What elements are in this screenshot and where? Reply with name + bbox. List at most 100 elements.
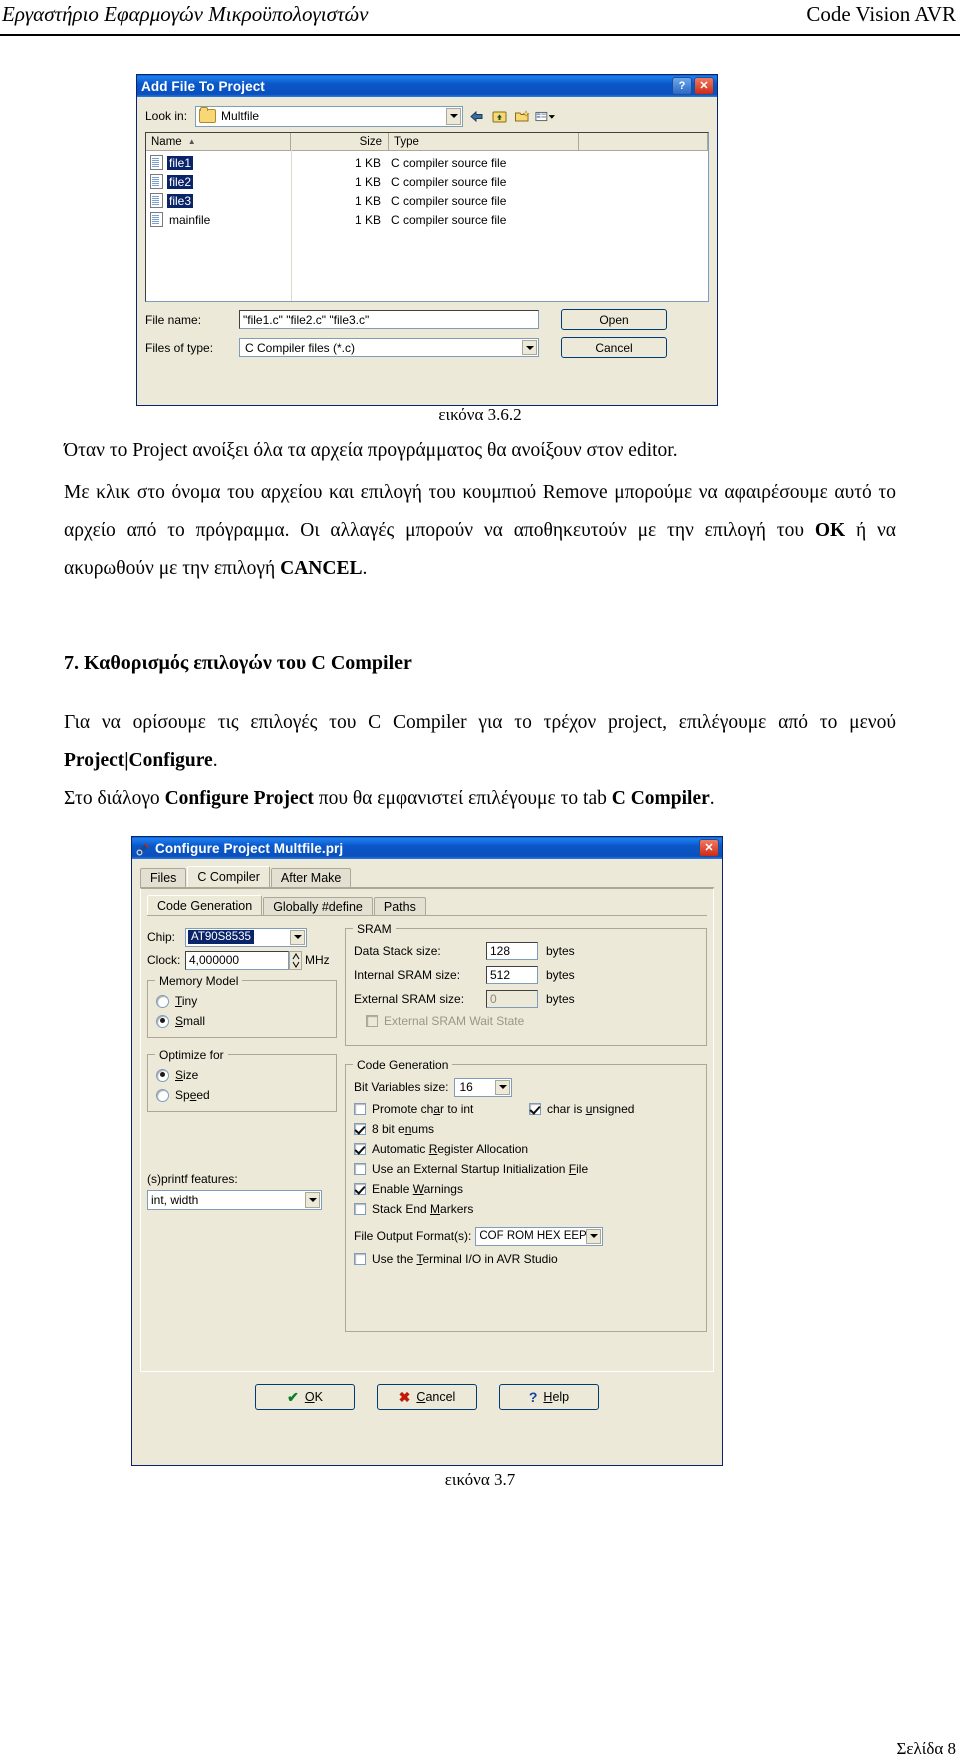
file-size-cell: 1 KB [354, 155, 381, 170]
column-header-type[interactable]: Type [389, 133, 579, 150]
chevron-down-icon[interactable] [522, 340, 537, 355]
cancel-button[interactable]: Cancel [561, 337, 667, 358]
file-name-cell[interactable]: file3 [146, 193, 291, 208]
file-output-format-combo[interactable]: COF ROM HEX EEP [475, 1226, 604, 1246]
help-button[interactable]: ? Help [499, 1384, 599, 1410]
help-button-label: Help [543, 1390, 570, 1404]
checkbox-icon [354, 1103, 366, 1115]
views-icon[interactable] [535, 106, 556, 126]
file-name-input[interactable]: "file1.c" "file2.c" "file3.c" [239, 310, 539, 329]
paragraph-3-text: Για να ορίσουμε τις επιλογές του C Compi… [64, 712, 896, 733]
close-icon[interactable]: ✕ [694, 77, 714, 95]
checkbox-8-bit-enums[interactable]: 8 bit enums [354, 1119, 698, 1139]
ok-button[interactable]: ✔ OK [255, 1384, 355, 1410]
checkbox-external-startup-init-file[interactable]: Use an External Startup Initialization F… [354, 1159, 698, 1179]
chevron-down-icon[interactable] [290, 929, 305, 945]
chevron-down-icon[interactable] [495, 1079, 511, 1095]
chip-combo[interactable]: AT90S8535 [185, 927, 307, 947]
table-row[interactable]: file3 1 KB C compiler source file [146, 191, 708, 210]
checkbox-stack-end-markers[interactable]: Stack End Markers [354, 1199, 698, 1219]
printf-label: (s)printf features: [147, 1172, 238, 1186]
checkbox-use-terminal-io-avr-studio[interactable]: Use the Terminal I/O in AVR Studio [354, 1249, 698, 1269]
external-sram-size-input: 0 [486, 990, 538, 1008]
section-number: 7. [64, 652, 79, 674]
files-of-type-label: Files of type: [145, 340, 214, 355]
sram-title: SRAM [353, 922, 396, 936]
file-type-cell: C compiler source file [391, 193, 507, 208]
paragraph-2-text-c: . [362, 558, 368, 579]
paragraph-3-end: . [212, 750, 218, 771]
checkbox-automatic-register-allocation[interactable]: Automatic Register Allocation [354, 1139, 698, 1159]
close-icon[interactable]: ✕ [699, 839, 719, 857]
subtab-code-generation[interactable]: Code Generation [147, 895, 263, 915]
checkbox-enable-warnings[interactable]: Enable Warnings [354, 1179, 698, 1199]
subtab-globally-define[interactable]: Globally #define [263, 897, 373, 915]
checkbox-char-is-unsigned[interactable]: char is unsigned [529, 1099, 634, 1119]
add-file-to-project-dialog[interactable]: Add File To Project ? ✕ Look in: Multfil… [136, 74, 718, 406]
checkbox-icon [354, 1203, 366, 1215]
right-column: SRAM Data Stack size: 128 bytes Internal… [345, 922, 707, 1332]
table-row[interactable]: file1 1 KB C compiler source file [146, 153, 708, 172]
external-sram-size-row: External SRAM size: 0 bytes [354, 987, 698, 1011]
radio-icon [156, 1068, 169, 1082]
radio-optimize-size[interactable]: Size [156, 1065, 328, 1085]
subtab-paths[interactable]: Paths [373, 897, 426, 915]
radio-memory-model-tiny[interactable]: Tiny [156, 991, 328, 1011]
section-title: Καθορισμός επιλογών του C Compiler [84, 652, 412, 674]
checkbox-icon [354, 1183, 366, 1195]
paragraph-4-text-b: που θα εμφανιστεί επιλέγουμε το tab [313, 788, 612, 809]
open-button[interactable]: Open [561, 309, 667, 330]
data-stack-size-input[interactable]: 128 [486, 942, 538, 960]
left-column: Chip: AT90S8535 Clock: 4,000000 MHz Memo… [147, 922, 337, 1332]
file-type-cell: C compiler source file [391, 155, 507, 170]
internal-sram-size-input[interactable]: 512 [486, 966, 538, 984]
look-in-combo[interactable]: Multfile [195, 105, 464, 127]
chevron-down-icon[interactable] [305, 1192, 320, 1208]
checkbox-promote-char-to-int[interactable]: Promote char to int [354, 1099, 529, 1119]
radio-memory-model-small[interactable]: Small [156, 1011, 328, 1031]
clock-spinner[interactable] [289, 950, 302, 970]
ok-emphasis: OK [814, 520, 846, 541]
checkbox-label: External SRAM Wait State [384, 1014, 525, 1028]
file-name-cell[interactable]: file2 [146, 174, 291, 189]
bit-variables-combo[interactable]: 16 [454, 1077, 513, 1097]
look-in-row: Look in: Multfile [145, 105, 709, 127]
file-list[interactable]: Name ▲ Size Type file1 1 KB C compiler s… [145, 132, 709, 302]
table-row[interactable]: mainfile 1 KB C compiler source file [146, 210, 708, 229]
paragraph-4-text-c: . [709, 788, 715, 809]
header-right-title: Code Vision AVR [806, 2, 956, 26]
external-sram-size-label: External SRAM size: [354, 992, 465, 1006]
tab-c-compiler[interactable]: C Compiler [187, 866, 270, 887]
file-name-cell[interactable]: mainfile [146, 212, 291, 227]
file-output-format-label: File Output Format(s): [354, 1229, 472, 1243]
column-header-size[interactable]: Size [291, 133, 389, 150]
clock-input[interactable]: 4,000000 [185, 950, 289, 970]
data-stack-size-label: Data Stack size: [354, 944, 441, 958]
checkbox-icon [354, 1253, 366, 1265]
c-source-file-icon [150, 174, 163, 189]
help-icon[interactable]: ? [672, 77, 692, 95]
checkbox-icon [354, 1123, 366, 1135]
radio-optimize-speed[interactable]: Speed [156, 1085, 328, 1105]
cancel-button-label: Cancel [416, 1390, 456, 1404]
chevron-down-icon[interactable] [446, 107, 462, 125]
column-header-name[interactable]: Name ▲ [146, 133, 291, 150]
new-folder-icon[interactable] [512, 106, 532, 126]
column-header-spacer [579, 133, 708, 150]
chevron-down-icon[interactable] [586, 1228, 602, 1244]
file-name-cell[interactable]: file1 [146, 155, 291, 170]
files-of-type-combo[interactable]: C Compiler files (*.c) [239, 338, 539, 357]
printf-combo[interactable]: int, width [147, 1190, 322, 1210]
tab-after-make[interactable]: After Make [270, 868, 352, 887]
up-one-level-icon[interactable] [489, 106, 509, 126]
data-stack-size-unit: bytes [546, 944, 575, 958]
checkbox-label: Automatic Register Allocation [372, 1142, 529, 1156]
file-name-row: File name: "file1.c" "file2.c" "file3.c"… [145, 309, 709, 330]
check-icon: ✔ [287, 1388, 299, 1405]
back-icon[interactable] [466, 106, 486, 126]
tab-files[interactable]: Files [140, 868, 187, 887]
configure-project-dialog[interactable]: Configure Project Multfile.prj ✕ Files C… [131, 836, 723, 1466]
table-row[interactable]: file2 1 KB C compiler source file [146, 172, 708, 191]
data-stack-size-row: Data Stack size: 128 bytes [354, 939, 698, 963]
cancel-button[interactable]: ✖ Cancel [377, 1384, 477, 1410]
